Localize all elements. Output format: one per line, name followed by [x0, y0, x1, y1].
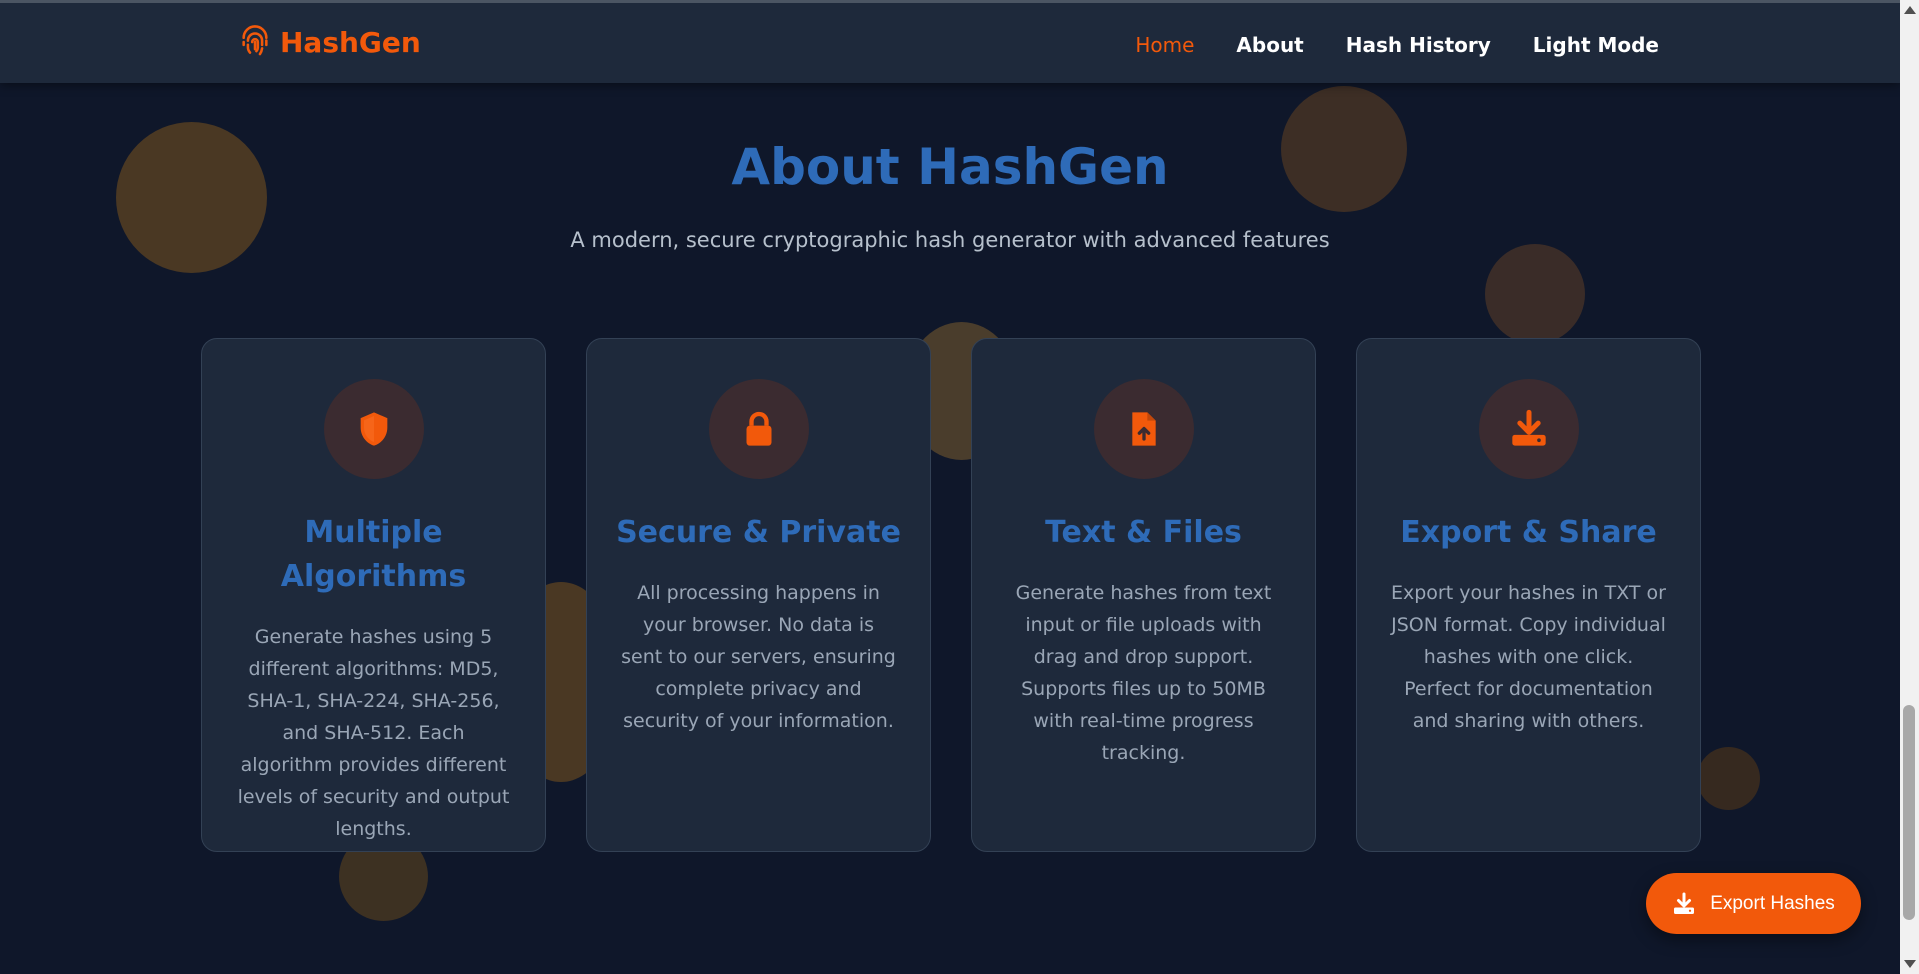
shield-icon [360, 412, 388, 446]
download-icon [1512, 409, 1546, 446]
feature-card-text-files: Text & Files Generate hashes from text i… [971, 338, 1316, 852]
decorative-bubble [1697, 747, 1760, 810]
nav-light-mode-toggle[interactable]: Light Mode [1533, 33, 1659, 57]
page-title: About HashGen [731, 138, 1169, 196]
feature-title: Multiple Algorithms [280, 515, 467, 594]
fingerprint-icon [242, 25, 268, 56]
download-icon [1674, 892, 1695, 914]
nav-hash-history[interactable]: Hash History [1346, 33, 1491, 57]
feature-title: Export & Share [1400, 515, 1657, 550]
feature-card-secure-private: Secure & Private All processing happens … [586, 338, 931, 852]
feature-title: Secure & Private [616, 515, 901, 550]
nav-links: Home About Hash History Light Mode [1135, 33, 1659, 57]
feature-icon-wrapper [1094, 379, 1194, 479]
brand-logo[interactable]: HashGen [238, 25, 421, 59]
feature-card-multiple-algorithms: Multiple Algorithms Generate hashes usin… [201, 338, 546, 852]
scroll-up-arrow[interactable] [1904, 6, 1916, 14]
feature-description: All processing happens in your browser. … [621, 582, 896, 732]
export-hashes-button[interactable]: Export Hashes [1646, 873, 1861, 934]
decorative-bubble [1485, 244, 1585, 344]
feature-icon-wrapper [324, 379, 424, 479]
window-top-border [0, 0, 1900, 3]
feature-description: Generate hashes from text input or file … [1015, 582, 1272, 764]
feature-description: Generate hashes using 5 different algori… [237, 626, 510, 840]
top-navbar: HashGen Home About Hash History Light Mo… [0, 3, 1900, 83]
feature-icon-wrapper [709, 379, 809, 479]
scroll-down-arrow[interactable] [1904, 960, 1916, 968]
scrollbar-thumb[interactable] [1903, 705, 1915, 920]
nav-about[interactable]: About [1236, 33, 1303, 57]
feature-card-export-share: Export & Share Export your hashes in TXT… [1356, 338, 1701, 852]
lock-icon [746, 411, 772, 446]
page-subtitle: A modern, secure cryptographic hash gene… [570, 228, 1330, 252]
file-upload-icon [1132, 412, 1156, 446]
brand-name: HashGen [280, 25, 421, 59]
export-hashes-label: Export Hashes [1710, 892, 1835, 914]
vertical-scrollbar[interactable] [1900, 0, 1919, 974]
feature-icon-wrapper [1479, 379, 1579, 479]
feature-description: Export your hashes in TXT or JSON format… [1391, 582, 1666, 732]
feature-title: Text & Files [1045, 515, 1242, 550]
nav-home[interactable]: Home [1135, 33, 1194, 57]
